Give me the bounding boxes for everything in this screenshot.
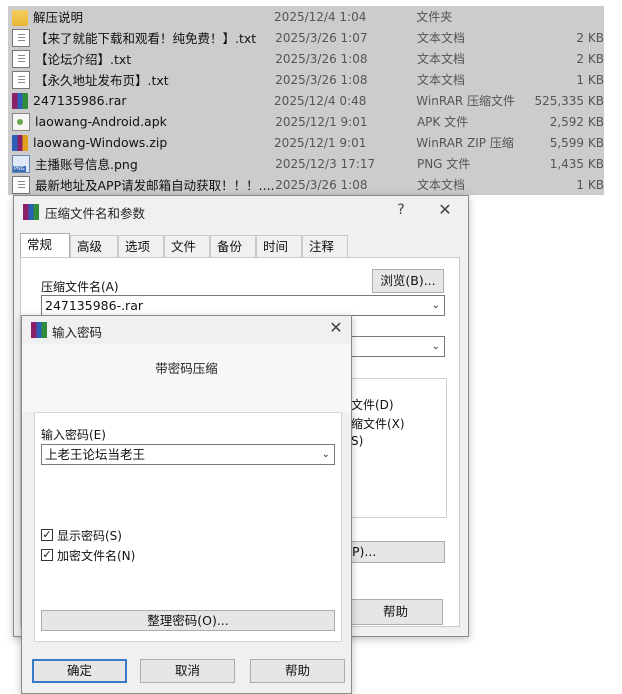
password-header: 带密码压缩 — [22, 344, 351, 412]
file-size: 1 KB — [576, 72, 604, 87]
file-name: 最新地址及APP请发邮箱自动获取！！！.... — [35, 178, 275, 193]
archive-dialog-title: 压缩文件名和参数 — [45, 206, 146, 221]
show-password-label[interactable]: 显示密码(S) — [57, 527, 122, 544]
tab-comment[interactable]: 注释 — [302, 235, 348, 257]
file-date: 2025/12/4 0:48 — [274, 93, 367, 108]
file-name: laowang-Android.apk — [35, 114, 167, 129]
png-image-icon — [12, 154, 30, 173]
password-dialog-title: 输入密码 — [52, 325, 103, 340]
file-type: 文本文档 — [416, 31, 465, 45]
file-size: 2 KB — [576, 51, 604, 66]
text-file-icon — [12, 28, 30, 47]
file-size: 1,435 KB — [549, 156, 604, 171]
chevron-down-icon: ⌄ — [321, 449, 330, 460]
file-row[interactable]: 最新地址及APP请发邮箱自动获取！！！.... 2025/3/26 1:08 文本文… — [8, 174, 604, 195]
file-type: WinRAR 压缩文件 — [416, 94, 516, 108]
checkmark-icon: ✓ — [42, 528, 52, 541]
organize-passwords-button[interactable]: 整理密码(O)... — [41, 610, 335, 631]
tab-advanced[interactable]: 高级 — [70, 235, 118, 257]
option-label-1: 文件(D) — [351, 398, 394, 412]
file-row[interactable]: 247135986.rar 2025/12/4 0:48 WinRAR 压缩文件 52… — [8, 90, 604, 111]
winrar-icon — [23, 204, 39, 220]
file-type: 文本文档 — [416, 52, 465, 66]
file-date: 2025/3/26 1:07 — [275, 30, 368, 45]
file-date: 2025/3/26 1:08 — [275, 177, 368, 192]
winrar-icon — [31, 322, 47, 338]
file-date: 2025/12/1 9:01 — [274, 135, 367, 150]
password-dialog: 输入密码 ✕ 带密码压缩 输入密码(E) 上老王论坛当老王 ⌄ ✓ 显示密码(S… — [21, 315, 352, 694]
password-input[interactable]: 上老王论坛当老王 ⌄ — [41, 444, 335, 465]
file-type: WinRAR ZIP 压缩... — [416, 136, 516, 150]
text-file-icon — [12, 70, 30, 89]
archive-name-label: 压缩文件名(A) — [41, 280, 119, 294]
browse-button[interactable]: 浏览(B)... — [372, 269, 444, 293]
chevron-down-icon: ⌄ — [431, 341, 440, 352]
file-row[interactable]: 解压说明 2025/12/4 1:04 文件夹 — [8, 6, 604, 27]
file-name: laowang-Windows.zip — [33, 135, 168, 150]
file-row[interactable]: 【来了就能下载和观看！纯免费！】.txt 2025/3/26 1:07 文本文档 2 … — [8, 27, 604, 48]
password-header-text: 带密码压缩 — [155, 361, 218, 376]
file-type: 文本文档 — [416, 178, 465, 192]
tab-backup[interactable]: 备份 — [210, 235, 256, 257]
file-date: 2025/12/4 1:04 — [274, 9, 367, 24]
help-icon[interactable]: ? — [391, 201, 411, 219]
help-button[interactable]: 帮助 — [250, 659, 345, 683]
file-type: APK 文件 — [416, 115, 469, 129]
file-date: 2025/3/26 1:08 — [275, 72, 368, 87]
encrypt-filenames-checkbox[interactable]: ✓ — [41, 549, 53, 561]
tab-options[interactable]: 选项 — [118, 235, 164, 257]
tab-time[interactable]: 时间 — [256, 235, 302, 257]
apk-file-icon — [12, 112, 30, 131]
chevron-down-icon: ⌄ — [431, 300, 440, 311]
file-row[interactable]: 【论坛介绍】.txt 2025/3/26 1:08 文本文档 2 KB — [8, 48, 604, 69]
option-label-3: S) — [351, 434, 364, 448]
file-type: 文本文档 — [416, 73, 465, 87]
file-name: 【来了就能下载和观看！纯免费！】.txt — [35, 31, 257, 46]
file-type: 文件夹 — [416, 10, 453, 24]
folder-icon — [12, 10, 28, 26]
show-password-checkbox[interactable]: ✓ — [41, 529, 53, 541]
password-label: 输入密码(E) — [41, 428, 106, 442]
password-body: 输入密码(E) 上老王论坛当老王 ⌄ ✓ 显示密码(S) ✓ 加密文件名(N) … — [34, 412, 342, 642]
file-size: 1 KB — [576, 177, 604, 192]
ok-button[interactable]: 确定 — [32, 659, 127, 683]
tab-general[interactable]: 常规 — [20, 233, 70, 257]
file-type: PNG 文件 — [416, 157, 471, 171]
file-date: 2025/12/1 9:01 — [275, 114, 368, 129]
file-list: 解压说明 2025/12/4 1:04 文件夹【来了就能下载和观看！纯免费！】.tx… — [8, 6, 604, 196]
file-size: 2,592 KB — [549, 114, 604, 129]
rar-archive-icon — [12, 92, 28, 109]
cancel-button[interactable]: 取消 — [140, 659, 235, 683]
file-name: 【论坛介绍】.txt — [35, 52, 132, 67]
file-row[interactable]: laowang-Android.apk 2025/12/1 9:01 APK 文件 2… — [8, 111, 604, 132]
archive-help-button[interactable]: 帮助 — [348, 599, 443, 625]
checkmark-icon: ✓ — [42, 548, 52, 561]
text-file-icon — [12, 49, 30, 68]
file-row[interactable]: 主播账号信息.png 2025/12/3 17:17 PNG 文件 1,435 KB — [8, 153, 604, 174]
file-size: 5,599 KB — [549, 135, 604, 150]
file-name: 247135986.rar — [33, 93, 127, 108]
password-value: 上老王论坛当老王 — [45, 447, 146, 462]
file-name: 主播账号信息.png — [35, 157, 138, 172]
file-date: 2025/3/26 1:08 — [275, 51, 368, 66]
file-name: 【永久地址发布页】.txt — [35, 73, 169, 88]
close-icon[interactable]: ✕ — [326, 319, 346, 337]
tab-files[interactable]: 文件 — [164, 235, 210, 257]
file-date: 2025/12/3 17:17 — [275, 156, 376, 171]
text-file-icon — [12, 175, 30, 194]
archive-name-value: 247135986-.rar — [45, 298, 143, 313]
file-row[interactable]: laowang-Windows.zip 2025/12/1 9:01 WinRAR … — [8, 132, 604, 153]
file-row[interactable]: 【永久地址发布页】.txt 2025/3/26 1:08 文本文档 1 KB — [8, 69, 604, 90]
file-name: 解压说明 — [33, 10, 84, 25]
file-size: 2 KB — [576, 30, 604, 45]
file-size: 525,335 KB — [534, 93, 604, 108]
archive-name-combo[interactable]: 247135986-.rar ⌄ — [41, 295, 445, 316]
zip-archive-icon — [12, 134, 28, 151]
encrypt-filenames-label[interactable]: 加密文件名(N) — [57, 547, 135, 564]
close-icon[interactable]: ✕ — [435, 201, 455, 219]
option-label-2: 缩文件(X) — [351, 417, 405, 431]
